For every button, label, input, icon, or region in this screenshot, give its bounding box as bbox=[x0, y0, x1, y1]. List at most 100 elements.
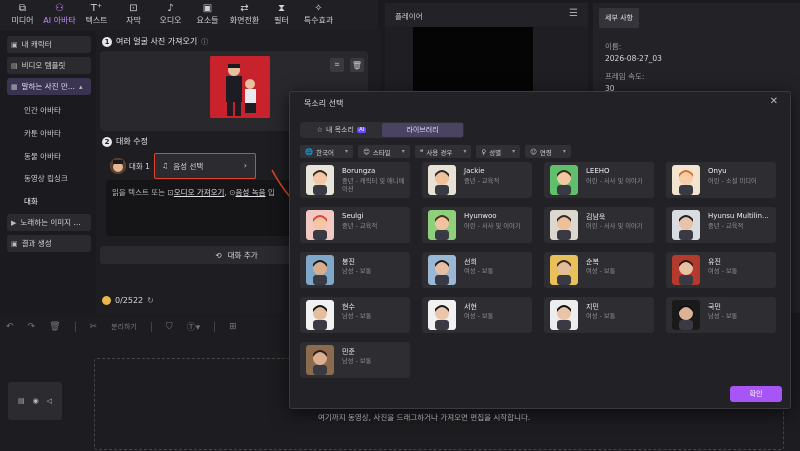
filter-label: 한국어 bbox=[316, 148, 335, 157]
coin-icon bbox=[102, 296, 111, 305]
undo-icon[interactable]: ↶ bbox=[6, 322, 14, 332]
chevron-down-icon: ▾ bbox=[401, 148, 405, 155]
text-hint-suffix: 입 bbox=[267, 188, 275, 197]
filter-dropdown-1[interactable]: 😊 스타일 ▾ bbox=[358, 145, 410, 158]
voice-card[interactable]: 지민 여성 - 보통 bbox=[544, 297, 654, 333]
sidebar-item-singing-image[interactable]: ▶ 노래하는 이미지 ... bbox=[7, 214, 91, 231]
menu-icon[interactable]: ☰ bbox=[569, 8, 578, 19]
voice-avatar bbox=[306, 255, 334, 285]
name-value: 2026-08-27_03 bbox=[605, 54, 662, 63]
sidebar-item-label: 비디오 템플릿 bbox=[21, 61, 66, 70]
toolbar-tab-3[interactable]: ⊡ 자막 bbox=[115, 0, 152, 30]
sidebar-subitem-video-lipsync[interactable]: 동영상 립싱크 bbox=[24, 173, 68, 184]
close-icon[interactable]: ✕ bbox=[770, 96, 778, 107]
filter-label: 성별 bbox=[489, 148, 502, 157]
tab-my-voice[interactable]: ☆ 내 목소리 AI bbox=[301, 123, 382, 137]
add-media-icon[interactable]: ⊞ bbox=[229, 322, 237, 332]
redo-icon[interactable]: ↷ bbox=[28, 322, 36, 332]
voice-card[interactable]: Hyunsu Multilin... 중년 - 교육적 bbox=[666, 207, 776, 243]
tab-details[interactable]: 세부 사항 bbox=[599, 8, 639, 28]
voice-record-link[interactable]: 음성 녹음 bbox=[236, 188, 266, 197]
step-1-header: 1 여러 얼굴 사진 가져오기 ⓘ bbox=[102, 36, 208, 47]
sidebar-subitem-cartoon-avatar[interactable]: 카툰 아바타 bbox=[24, 128, 61, 139]
divider bbox=[150, 321, 152, 332]
toolbar-tab-0[interactable]: ⧉ 미디어 bbox=[4, 0, 41, 30]
filter-dropdown-0[interactable]: 🌐 한국어 ▾ bbox=[300, 145, 354, 158]
filter-label: 스타일 bbox=[372, 148, 391, 157]
age-icon: ☺ bbox=[530, 147, 537, 156]
voice-select-dropdown[interactable]: ♫ 음성 선택 › bbox=[154, 153, 256, 179]
voice-name: Borungza bbox=[342, 167, 376, 175]
player-title: 플레이어 bbox=[395, 12, 423, 21]
voice-icon: ♫ bbox=[162, 162, 169, 170]
transition-icon: ⇄ bbox=[240, 3, 249, 14]
voice-card[interactable]: 국민 남성 - 보통 bbox=[666, 297, 776, 333]
toolbar-tab-4[interactable]: ♪ 오디오 bbox=[152, 0, 189, 30]
voice-avatar bbox=[428, 255, 456, 285]
filter-dropdown-3[interactable]: ♀ 성별 ▾ bbox=[476, 145, 521, 158]
sidebar-item-results[interactable]: ▣ 결과 생성 bbox=[7, 235, 91, 252]
voice-avatar bbox=[306, 165, 334, 195]
voice-card[interactable]: 민준 남성 - 보통 bbox=[300, 342, 410, 378]
split-label[interactable]: 분리하기 bbox=[111, 322, 137, 332]
crop-icon[interactable]: ⌗ bbox=[330, 58, 344, 72]
trash-icon[interactable]: 🗑 bbox=[350, 58, 364, 72]
toolbar-tab-5[interactable]: ▣ 요소들 bbox=[189, 0, 226, 30]
voice-card[interactable]: 선희 여성 - 보통 bbox=[422, 252, 532, 288]
voice-card[interactable]: Onyu 어린 - 소셜 미디어 bbox=[666, 162, 776, 198]
refresh-icon[interactable]: ↻ bbox=[147, 296, 154, 305]
filter-dropdown-4[interactable]: ☺ 연령 ▾ bbox=[525, 145, 571, 158]
voice-card[interactable]: 유진 여성 - 보통 bbox=[666, 252, 776, 288]
audio-import-link[interactable]: 오디오 가져오기 bbox=[174, 188, 225, 197]
sidebar-subitem-dialog[interactable]: 대화 bbox=[24, 196, 38, 207]
speaker-avatar[interactable] bbox=[110, 158, 126, 174]
toolbar-tab-6[interactable]: ⇄ 화면전환 bbox=[226, 0, 263, 30]
subtitle-icon: ⊡ bbox=[129, 3, 138, 14]
sidebar-item-video-template[interactable]: ▤ 비디오 템플릿 bbox=[7, 57, 91, 74]
voice-card[interactable]: 순복 여성 - 보통 bbox=[544, 252, 654, 288]
voice-card[interactable]: 봉진 남성 - 보통 bbox=[300, 252, 410, 288]
tab-library[interactable]: 라이브러리 bbox=[382, 123, 463, 137]
sidebar-item-label: 내 캐릭터 bbox=[21, 40, 52, 49]
sidebar-item-talking-photo[interactable]: ▦ 말하는 사진 만... ▴ bbox=[7, 78, 91, 95]
voice-card[interactable]: Seulgi 중년 - 교육적 bbox=[300, 207, 410, 243]
voice-select-modal: 목소리 선택 ✕ ☆ 내 목소리 AI 라이브러리 🌐 한국어 ▾ 😊 스타일 ▾ ❝ 사용 … bbox=[289, 91, 791, 409]
scissors-icon[interactable]: ✂ bbox=[90, 322, 98, 332]
confirm-button[interactable]: 확인 bbox=[730, 386, 782, 402]
voice-card[interactable]: 김남욱 어린 - 서사 및 이야기 bbox=[544, 207, 654, 243]
toolbar-tab-7[interactable]: ⧗ 필터 bbox=[263, 0, 300, 30]
voice-card[interactable]: Jackie 중년 - 교육적 bbox=[422, 162, 532, 198]
sidebar-subitem-human-avatar[interactable]: 인간 아바타 bbox=[24, 105, 61, 116]
speaker-label: 대화 1 bbox=[129, 162, 150, 171]
template-icon: ▤ bbox=[11, 61, 18, 70]
drop-zone-text: 여기까지 동영상, 사진을 드래그하거나 가져오면 편집을 시작합니다. bbox=[318, 413, 531, 422]
text-tool-icon[interactable]: Ⓣ▾ bbox=[187, 320, 201, 333]
ai-avatar-icon: ⚇ bbox=[55, 3, 64, 14]
toolbar-tab-2[interactable]: T⁺ 텍스트 bbox=[78, 0, 115, 30]
info-icon[interactable]: ⓘ bbox=[201, 37, 208, 47]
filter-dropdown-2[interactable]: ❝ 사용 경우 ▾ bbox=[414, 145, 472, 158]
toolbar-tab-8[interactable]: ✧ 특수효과 bbox=[300, 0, 337, 30]
credits-value: 0/2522 bbox=[115, 296, 144, 305]
emoji-icon: 😊 bbox=[363, 147, 370, 156]
shield-icon[interactable]: ⛉ bbox=[166, 322, 173, 332]
volume-icon[interactable]: ◁ bbox=[47, 397, 52, 405]
delete-icon[interactable]: 🗑 bbox=[49, 322, 60, 332]
voice-card[interactable]: Hyunwoo 어린 - 서사 및 이야기 bbox=[422, 207, 532, 243]
voice-name: 민준 bbox=[342, 348, 355, 356]
modal-title: 목소리 선택 bbox=[304, 99, 344, 108]
sidebar-item-label: 결과 생성 bbox=[21, 239, 52, 248]
voice-card[interactable]: 서현 여성 - 보통 bbox=[422, 297, 532, 333]
toolbar-tab-1[interactable]: ⚇ AI 아바타 bbox=[41, 0, 78, 30]
voice-card[interactable]: 현수 남성 - 보통 bbox=[300, 297, 410, 333]
voice-card[interactable]: LEEHO 어린 - 서사 및 이야기 bbox=[544, 162, 654, 198]
chevron-down-icon: ▾ bbox=[463, 148, 467, 155]
eye-icon[interactable]: ◉ bbox=[33, 397, 39, 405]
video-preview[interactable] bbox=[413, 27, 533, 92]
lock-icon[interactable]: ▤ bbox=[18, 397, 25, 405]
voice-card[interactable]: Borungza 중년 - 캐릭터 및 애니메이션 bbox=[300, 162, 410, 198]
sidebar-item-my-character[interactable]: ▣ 내 캐릭터 bbox=[7, 36, 91, 53]
star-icon: ☆ bbox=[316, 126, 323, 134]
voice-description: 중년 - 캐릭터 및 애니메이션 bbox=[342, 178, 405, 193]
sidebar-subitem-animal-avatar[interactable]: 동물 아바타 bbox=[24, 151, 61, 162]
